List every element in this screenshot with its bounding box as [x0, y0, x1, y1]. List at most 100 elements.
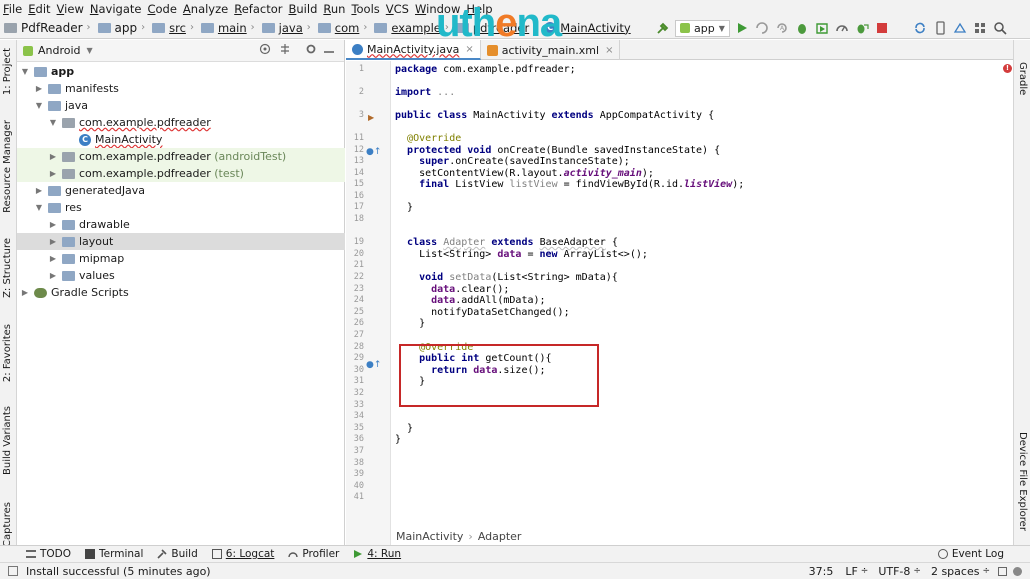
- hide-panel-icon[interactable]: [323, 43, 335, 58]
- profiler-icon: [288, 549, 299, 559]
- editor-crumb-mainactivity[interactable]: MainActivity: [396, 530, 463, 543]
- status-message[interactable]: Install successful (5 minutes ago): [26, 565, 211, 578]
- breadcrumb-item-app[interactable]: app ›: [97, 21, 151, 35]
- menu-run[interactable]: Run: [320, 2, 348, 16]
- menu-tools[interactable]: Tools: [348, 2, 382, 16]
- tab-event-log[interactable]: Event Log: [937, 548, 1004, 560]
- folder-icon: [48, 202, 61, 213]
- apply-changes-icon[interactable]: [754, 20, 770, 36]
- collapse-all-icon[interactable]: [279, 43, 291, 58]
- locate-icon[interactable]: [259, 43, 271, 58]
- override-gutter-icon[interactable]: ●↑: [366, 360, 381, 370]
- apply-code-changes-icon[interactable]: A: [774, 20, 790, 36]
- chevron-down-icon[interactable]: ▼: [87, 46, 93, 55]
- line-number: 40: [353, 481, 364, 491]
- editor-crumb-adapter[interactable]: Adapter: [478, 530, 522, 543]
- gear-icon[interactable]: [305, 43, 317, 58]
- editor-tabs: MainActivity.java × activity_main.xml ×: [346, 40, 1013, 60]
- make-project-icon[interactable]: [655, 20, 671, 36]
- folder-icon: [34, 66, 47, 77]
- menu-view[interactable]: View: [54, 2, 87, 16]
- tab-build[interactable]: Build: [157, 548, 198, 560]
- breadcrumb-item-java[interactable]: java ›: [261, 21, 316, 35]
- tree-item-app[interactable]: ▼ app: [17, 63, 345, 80]
- tree-item-manifests[interactable]: ▶ manifests: [17, 80, 345, 97]
- attach-debugger-icon[interactable]: [854, 20, 870, 36]
- menu-analyze[interactable]: Analyze: [180, 2, 231, 16]
- sync-gradle-icon[interactable]: [912, 20, 928, 36]
- tab-captures[interactable]: Captures: [2, 502, 13, 547]
- tree-item-mainactivity[interactable]: C MainActivity: [17, 131, 345, 148]
- tab-gradle[interactable]: Gradle: [1017, 62, 1028, 95]
- lock-icon[interactable]: [998, 566, 1007, 576]
- tab-structure[interactable]: Z: Structure: [2, 238, 13, 298]
- close-icon[interactable]: ×: [605, 45, 613, 56]
- menu-file[interactable]: File: [0, 2, 25, 16]
- project-view-select[interactable]: Android: [38, 44, 81, 57]
- menu-build[interactable]: Build: [286, 2, 321, 16]
- tree-item-package-main[interactable]: ▼ com.example.pdfreader: [17, 114, 345, 131]
- menu-code[interactable]: Code: [144, 2, 179, 16]
- tab-mainactivity-java[interactable]: MainActivity.java ×: [346, 40, 481, 60]
- chevron-right-icon: ›: [306, 22, 311, 33]
- file-encoding[interactable]: UTF-8: [878, 565, 910, 578]
- debug-icon[interactable]: [794, 20, 810, 36]
- profile-icon[interactable]: [834, 20, 850, 36]
- line-separator[interactable]: LF: [845, 565, 857, 578]
- run-gutter-icon[interactable]: ▶: [368, 113, 374, 122]
- tree-item-drawable[interactable]: ▶ drawable: [17, 216, 345, 233]
- tree-item-res[interactable]: ▼ res: [17, 199, 345, 216]
- tab-activity-main-xml[interactable]: activity_main.xml ×: [481, 40, 621, 60]
- coverage-icon[interactable]: [814, 20, 830, 36]
- chevron-right-icon: ▶: [49, 152, 57, 161]
- breadcrumb-item-main[interactable]: main ›: [200, 21, 260, 35]
- search-everywhere-icon[interactable]: [992, 20, 1008, 36]
- tab-todo[interactable]: TODO: [26, 548, 71, 560]
- tab-run[interactable]: 4: Run: [353, 548, 401, 560]
- tab-project[interactable]: 1: Project: [2, 48, 13, 95]
- project-panel-header: Android ▼: [17, 40, 344, 62]
- tab-device-file-explorer[interactable]: Device File Explorer: [1017, 432, 1028, 531]
- indent-setting[interactable]: 2 spaces: [931, 565, 980, 578]
- line-number: 22: [353, 272, 364, 282]
- tab-logcat[interactable]: 6: Logcat: [211, 548, 274, 560]
- menu-refactor[interactable]: Refactor: [231, 2, 285, 16]
- menu-navigate[interactable]: Navigate: [87, 2, 145, 16]
- menu-vcs[interactable]: VCS: [383, 2, 412, 16]
- close-icon[interactable]: ×: [465, 44, 473, 55]
- caret-position[interactable]: 37:5: [809, 565, 834, 578]
- menu-edit[interactable]: Edit: [25, 2, 53, 16]
- toggle-tool-windows-icon[interactable]: [8, 566, 18, 576]
- run-configuration-select[interactable]: app ▼: [675, 19, 730, 37]
- sdk-manager-icon[interactable]: [952, 20, 968, 36]
- tree-item-package-test[interactable]: ▶ com.example.pdfreader (test): [17, 165, 345, 182]
- tree-item-generatedjava[interactable]: ▶ generatedJava: [17, 182, 345, 199]
- project-panel: Android ▼ ▼ app ▶ manifests ▼ java ▼ com.exa…: [17, 40, 345, 545]
- breadcrumb-item-src[interactable]: src ›: [152, 21, 199, 35]
- tree-item-gradle-scripts[interactable]: ▶ Gradle Scripts: [17, 284, 345, 301]
- tree-item-package-androidtest[interactable]: ▶ com.example.pdfreader (androidTest): [17, 148, 345, 165]
- gradle-icon: [34, 287, 47, 298]
- breadcrumb-item-pdfreader[interactable]: PdfReader ›: [4, 21, 96, 35]
- tab-favorites[interactable]: 2: Favorites: [2, 324, 13, 382]
- inspector-icon[interactable]: [1013, 566, 1022, 576]
- chevron-right-icon: ›: [86, 22, 91, 33]
- tab-profiler[interactable]: Profiler: [288, 548, 339, 560]
- tree-item-values[interactable]: ▶ values: [17, 267, 345, 284]
- stop-icon[interactable]: [874, 20, 890, 36]
- tab-build-variants[interactable]: Build Variants: [2, 406, 13, 475]
- override-gutter-icon[interactable]: ●↑: [366, 147, 381, 157]
- project-structure-icon[interactable]: [972, 20, 988, 36]
- tree-item-mipmap[interactable]: ▶ mipmap: [17, 250, 345, 267]
- event-log-icon: [937, 549, 948, 559]
- error-indicator-icon[interactable]: !: [1003, 64, 1012, 73]
- tree-item-layout[interactable]: ▶ layout: [17, 233, 345, 250]
- code-editor[interactable]: package com.example.pdfreader; import ..…: [391, 61, 1013, 527]
- chevron-right-icon: ›: [468, 529, 473, 543]
- tab-resource-manager[interactable]: Resource Manager: [2, 120, 13, 213]
- tree-item-java[interactable]: ▼ java: [17, 97, 345, 114]
- breadcrumb-item-com[interactable]: com ›: [317, 21, 373, 35]
- tab-terminal[interactable]: Terminal: [85, 548, 143, 560]
- run-icon[interactable]: [734, 20, 750, 36]
- avd-manager-icon[interactable]: [932, 20, 948, 36]
